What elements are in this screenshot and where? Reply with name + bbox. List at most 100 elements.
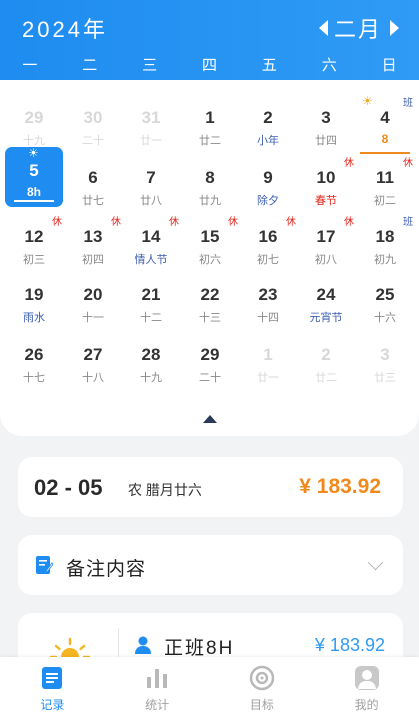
- day-number: 29: [24, 108, 44, 127]
- day-number: 18: [375, 227, 395, 246]
- calendar-day[interactable]: 2 小年: [239, 94, 297, 150]
- day-lunar: 初八: [315, 254, 337, 266]
- calendar-day[interactable]: 29 十九: [5, 94, 63, 150]
- calendar-day[interactable]: 23 十四: [239, 271, 297, 327]
- calendar-day[interactable]: 29 二十: [181, 331, 239, 387]
- calendar-day[interactable]: 休 11 初二: [356, 154, 414, 210]
- chevron-down-icon[interactable]: [367, 554, 384, 571]
- tab-target[interactable]: 目标: [210, 657, 315, 720]
- year-title[interactable]: 2024年: [22, 12, 108, 44]
- calendar-week-row: 休 12 初三 休 13 初四 休 14 情人节 休 15 初六 休 16 初七 休 17 初八 班 18 初九: [0, 213, 419, 273]
- calendar-day[interactable]: 25 十六: [356, 271, 414, 327]
- collapse-calendar-icon[interactable]: [203, 415, 217, 423]
- day-lunar: 雨水: [23, 312, 45, 324]
- day-number: 12: [24, 227, 44, 246]
- calendar-day[interactable]: 班 18 初九: [356, 213, 414, 269]
- day-lunar: 初二: [374, 195, 396, 207]
- day-number: 2: [321, 345, 331, 364]
- note-label: 备注内容: [66, 559, 147, 580]
- prev-month-icon[interactable]: [318, 20, 328, 36]
- calendar-day[interactable]: 1 廿一: [239, 331, 297, 387]
- day-number: 2: [263, 108, 273, 127]
- calendar-day[interactable]: 19 雨水: [5, 271, 63, 327]
- calendar-day[interactable]: 6 廿七: [64, 154, 122, 210]
- calendar-day[interactable]: 休 14 情人节: [122, 213, 180, 269]
- calendar-day[interactable]: 休 12 初三: [5, 213, 63, 269]
- calendar-week-row: 26 十七 27 十八 28 十九 29 二十 1 廿一 2 廿二 3 廿三: [0, 331, 419, 391]
- tab-record[interactable]: 记录: [0, 657, 105, 720]
- shift-label: 正班8H: [164, 638, 235, 659]
- tab-profile[interactable]: 我的: [314, 657, 419, 720]
- day-number: 7: [146, 168, 156, 187]
- stats-icon: [147, 669, 168, 688]
- calendar-day[interactable]: 26 十七: [5, 331, 63, 387]
- day-number: 6: [88, 168, 98, 187]
- calendar-day[interactable]: 休 13 初四: [64, 213, 122, 269]
- calendar-day[interactable]: 8 廿九: [181, 154, 239, 210]
- calendar-day[interactable]: 3 廿四: [297, 94, 355, 150]
- calendar-day[interactable]: 休 10 春节: [297, 154, 355, 210]
- day-number: 10: [316, 168, 336, 187]
- note-card[interactable]: 备注内容: [18, 535, 403, 595]
- day-lunar: 初九: [374, 254, 396, 266]
- calendar-day[interactable]: 20 十一: [64, 271, 122, 327]
- calendar-day[interactable]: 22 十三: [181, 271, 239, 327]
- day-lunar: 十四: [257, 312, 279, 324]
- day-lunar: 廿四: [315, 135, 337, 147]
- weekday-label: 五: [261, 57, 277, 74]
- calendar-day[interactable]: 休 16 初七: [239, 213, 297, 269]
- calendar-day[interactable]: 1 廿二: [181, 94, 239, 150]
- target-icon: [249, 665, 275, 691]
- day-lunar: 情人节: [134, 254, 168, 266]
- day-lunar: 廿七: [82, 195, 104, 207]
- weekday-label: 四: [202, 57, 218, 74]
- month-navigator: 二月: [318, 12, 399, 44]
- day-status-tag: 休: [169, 217, 179, 228]
- calendar-day[interactable]: 3 廿三: [356, 331, 414, 387]
- day-number: 28: [141, 345, 161, 364]
- month-title[interactable]: 二月: [334, 12, 382, 44]
- next-month-icon[interactable]: [390, 20, 399, 36]
- day-status-tag: 班: [403, 98, 413, 109]
- calendar-day[interactable]: 31 廿一: [122, 94, 180, 150]
- day-number: 9: [263, 168, 273, 187]
- calendar-day[interactable]: 24 元宵节: [297, 271, 355, 327]
- day-number: 15: [200, 227, 220, 246]
- day-lunar: 廿一: [257, 372, 279, 384]
- day-number: 31: [141, 108, 161, 127]
- day-number: 1: [205, 108, 215, 127]
- calendar-day[interactable]: 9 除夕: [239, 154, 297, 210]
- day-lunar: 初七: [257, 254, 279, 266]
- day-status-tag: 休: [52, 217, 62, 228]
- tab-label: 我的: [354, 698, 379, 712]
- calendar-day[interactable]: 28 十九: [122, 331, 180, 387]
- day-number: 22: [200, 285, 220, 304]
- day-lunar: 二十: [199, 372, 221, 384]
- calendar-day-selected[interactable]: ☀ 5 8h: [5, 146, 63, 207]
- day-lunar: 8: [381, 132, 389, 146]
- day-lunar: 廿一: [140, 135, 162, 147]
- day-status-tag: 休: [228, 217, 238, 228]
- day-lunar: 初三: [23, 254, 45, 266]
- day-lunar: 十一: [82, 312, 104, 324]
- record-icon: [42, 667, 63, 689]
- day-lunar: 十九: [140, 372, 162, 384]
- day-number: 8: [205, 168, 215, 187]
- calendar-grid: 29 十九 30 二十 31 廿一 1 廿二 2 小年 3 廿四 ☀ 班 4 8 ☀ 5 8h 6 廿七 7 廿八 8 廿九 9 除…: [0, 80, 419, 436]
- calendar-day[interactable]: 21 十二: [122, 271, 180, 327]
- day-number: 17: [316, 227, 336, 246]
- day-number: 13: [83, 227, 103, 246]
- calendar-day[interactable]: 7 廿八: [122, 154, 180, 210]
- calendar-day[interactable]: 休 17 初八: [297, 213, 355, 269]
- day-amount: ¥ 183.92: [299, 475, 381, 498]
- tab-label: 统计: [145, 698, 170, 712]
- day-number: 3: [380, 345, 390, 364]
- calendar-day[interactable]: 30 二十: [64, 94, 122, 150]
- calendar-day[interactable]: 27 十八: [64, 331, 122, 387]
- calendar-day[interactable]: ☀ 班 4 8: [356, 94, 414, 154]
- calendar-day[interactable]: 休 15 初六: [181, 213, 239, 269]
- day-number: 11: [376, 168, 394, 187]
- day-number: 1: [263, 345, 273, 364]
- tab-stats[interactable]: 统计: [105, 657, 210, 720]
- calendar-day[interactable]: 2 廿二: [297, 331, 355, 387]
